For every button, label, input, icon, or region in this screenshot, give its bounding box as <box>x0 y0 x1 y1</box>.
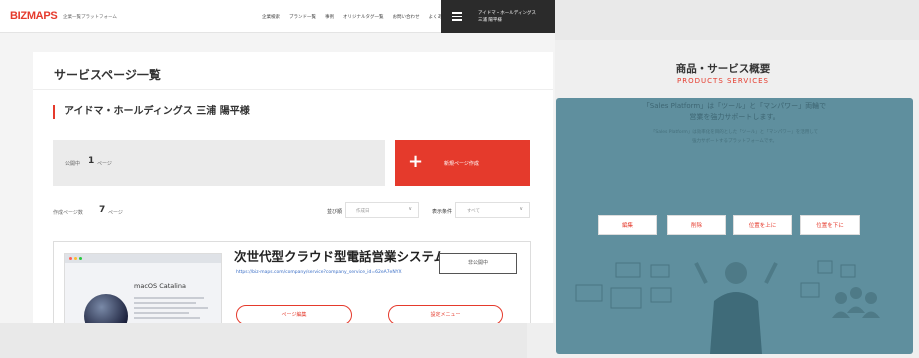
chevron-down-icon: ∨ <box>519 206 523 212</box>
overlay-delete-button[interactable]: 削除 <box>667 215 726 235</box>
overlay-move-down-button[interactable]: 位置を下に <box>800 215 860 235</box>
display-condition-label: 表示条件 <box>432 209 453 215</box>
created-pages-count: 7 <box>99 205 106 215</box>
overview-headline: 「Sales Platform」は「ツール」と「マンパワー」両輪で 営業を強力サ… <box>642 102 827 121</box>
created-pages-unit: ページ <box>108 210 123 216</box>
service-url-link[interactable]: https://biz-maps.com/company/service?com… <box>236 270 402 275</box>
edit-page-button[interactable]: ページ編集 <box>236 305 352 323</box>
published-count-box: 公開中 1 ページ <box>53 140 385 186</box>
plus-icon: + <box>408 151 424 172</box>
nav-link-contact[interactable]: お問い合わせ <box>393 14 420 20</box>
nav-link-brands[interactable]: ブランド一覧 <box>289 14 316 20</box>
settings-menu-button[interactable]: 設定メニュー <box>388 305 503 323</box>
overview-body: 「Sales Platform」は効率化を目的とした「ツール」と「マンパワー」を… <box>650 130 819 144</box>
service-overview-panel: 商品・サービス概要 PRODUCTS SERVICES 「Sales Platf… <box>527 40 919 358</box>
service-page-card: macOS Catalina 次世代型クラウド型電話営業システム https:/… <box>53 241 531 323</box>
minimize-dot-icon <box>74 257 77 260</box>
divider <box>33 89 553 90</box>
thumbnail-os-name: macOS Catalina <box>134 282 186 290</box>
macos-wallpaper-icon <box>84 294 128 323</box>
sales-illustration <box>575 260 880 354</box>
bizmaps-logo[interactable]: BIZMAPS <box>10 10 58 22</box>
sort-label: 並び順 <box>327 209 343 215</box>
page-thumbnail[interactable]: macOS Catalina <box>64 253 222 323</box>
overview-title: 商品・サービス概要 <box>675 63 771 75</box>
zoom-dot-icon <box>79 257 82 260</box>
sort-select[interactable]: 作成日 ∨ <box>345 202 419 218</box>
logo-tagline: 企業一覧プラットフォーム <box>63 15 117 20</box>
published-label: 公開中 <box>65 161 81 167</box>
nav-links: 企業検索 ブランド一覧 事例 オリジナルタグ一覧 お問い合わせ よくある質問 <box>262 14 456 20</box>
new-page-button[interactable]: + 新規ページ作成 <box>395 140 530 186</box>
overlay-edit-button[interactable]: 編集 <box>598 215 657 235</box>
new-page-label: 新規ページ作成 <box>444 161 479 167</box>
nav-link-company-search[interactable]: 企業検索 <box>262 14 280 20</box>
publish-status-button[interactable]: 非公開中 <box>439 253 517 274</box>
thumbnail-toolbar <box>65 254 221 263</box>
overlay-move-up-button[interactable]: 位置を上に <box>733 215 792 235</box>
service-title: 次世代型クラウド型電話営業システム <box>234 249 447 264</box>
thumbnail-text-lines <box>134 297 214 322</box>
main-content: サービスページ一覧 アイドマ・ホールディングス 三浦 陽平様 公開中 1 ページ… <box>33 52 553 323</box>
hamburger-menu-icon[interactable] <box>452 12 462 23</box>
nav-link-cases[interactable]: 事例 <box>325 14 334 20</box>
nav-link-tags[interactable]: オリジナルタグ一覧 <box>343 14 384 20</box>
overview-subtitle: PRODUCTS SERVICES <box>677 77 769 85</box>
company-heading: アイドマ・ホールディングス 三浦 陽平様 <box>53 105 250 119</box>
user-menu[interactable]: アイドマ・ホールディングス 三浦 陽平様 <box>441 0 555 33</box>
chevron-down-icon: ∨ <box>408 206 412 212</box>
section-edit-overlay: 「Sales Platform」は「ツール」と「マンパワー」両輪で 営業を強力サ… <box>556 98 913 354</box>
published-unit: ページ <box>97 161 112 167</box>
created-pages-label: 作成ページ数 <box>53 210 83 216</box>
page-title: サービスページ一覧 <box>54 68 161 82</box>
published-count: 1 <box>88 156 95 166</box>
close-dot-icon <box>69 257 72 260</box>
display-condition-select[interactable]: すべて ∨ <box>455 202 530 218</box>
service-pages-window: BIZMAPS 企業一覧プラットフォーム 企業検索 ブランド一覧 事例 オリジナ… <box>0 0 555 323</box>
top-navigation: BIZMAPS 企業一覧プラットフォーム 企業検索 ブランド一覧 事例 オリジナ… <box>0 0 555 33</box>
user-name: アイドマ・ホールディングス 三浦 陽平様 <box>478 11 536 23</box>
